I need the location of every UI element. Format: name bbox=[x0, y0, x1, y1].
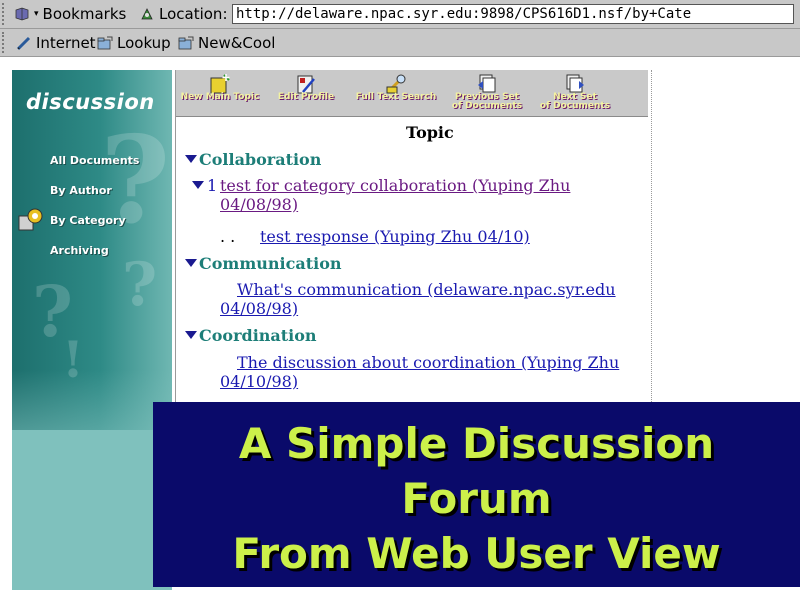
new-main-topic-label: New Main Topic bbox=[180, 92, 260, 102]
folder-icon bbox=[178, 36, 194, 50]
document-date[interactable]: 04/08/98) bbox=[220, 195, 298, 214]
sidebar-fade bbox=[12, 370, 172, 490]
toolbar-grip[interactable] bbox=[2, 3, 10, 25]
document-title[interactable]: test for category collaboration (Yuping … bbox=[220, 176, 570, 195]
location-label: Location: bbox=[159, 5, 228, 23]
document-link-coordination[interactable]: The discussion about coordination (Yupin… bbox=[220, 353, 619, 391]
nav-all-documents[interactable]: All Documents bbox=[50, 154, 139, 167]
next-set-button[interactable]: Next Set of Documents bbox=[532, 70, 618, 116]
slide-title-line: Forum bbox=[401, 474, 552, 523]
document-link-response[interactable]: test response (Yuping Zhu 04/10) bbox=[260, 227, 530, 246]
slide-title-line: From Web User View bbox=[232, 529, 721, 578]
bookmarks-button[interactable]: ▾ Bookmarks bbox=[14, 4, 126, 24]
collapse-triangle-icon[interactable] bbox=[185, 258, 197, 267]
internet-link-icon bbox=[16, 36, 31, 51]
slide-title-overlay: A Simple Discussion Forum From Web User … bbox=[153, 402, 800, 587]
document-title[interactable]: What's communication (delaware.npac.syr.… bbox=[237, 280, 616, 299]
newcool-label: New&Cool bbox=[198, 34, 276, 52]
edit-profile-label: Edit Profile bbox=[277, 92, 335, 102]
full-text-search-label: Full Text Search bbox=[355, 92, 437, 102]
question-mark-decoration: ? bbox=[100, 110, 171, 251]
browser-location-toolbar: ▾ Bookmarks Location: http://delaware.np… bbox=[0, 0, 800, 29]
document-date[interactable]: 04/10/98) bbox=[220, 372, 298, 391]
question-mark-decoration: ? bbox=[122, 250, 158, 320]
category-label: Communication bbox=[199, 254, 342, 273]
bookmarks-icon bbox=[15, 7, 29, 21]
location-url-input[interactable]: http://delaware.npac.syr.edu:9898/CPS616… bbox=[232, 4, 794, 24]
column-header-topic[interactable]: Topic bbox=[406, 123, 454, 142]
new-main-topic-button[interactable]: New Main Topic bbox=[178, 70, 262, 116]
document-date[interactable]: 04/08/98) bbox=[220, 299, 298, 318]
nav-archiving[interactable]: Archiving bbox=[50, 244, 109, 257]
current-view-key-icon bbox=[18, 208, 43, 231]
personal-toolbar-internet[interactable]: Internet bbox=[16, 33, 96, 53]
action-bar: New Main Topic Edit Profile Full Text Se… bbox=[176, 70, 648, 117]
left-navigation-frame: ? ? ? ! discussion All Documents By Auth… bbox=[12, 70, 172, 590]
category-coordination[interactable]: Coordination bbox=[185, 326, 317, 345]
document-row: 1 bbox=[192, 176, 217, 195]
full-text-search-button[interactable]: Full Text Search bbox=[350, 70, 442, 116]
category-label: Coordination bbox=[199, 326, 317, 345]
personal-toolbar-lookup[interactable]: Lookup bbox=[97, 33, 171, 53]
slide-title: A Simple Discussion Forum From Web User … bbox=[153, 416, 800, 581]
dropdown-arrow-icon: ▾ bbox=[34, 9, 39, 19]
personal-toolbar-newcool[interactable]: New&Cool bbox=[178, 33, 275, 53]
category-communication[interactable]: Communication bbox=[185, 254, 342, 273]
exclamation-decoration: ! bbox=[62, 330, 84, 389]
internet-label: Internet bbox=[36, 34, 96, 52]
document-link-collaboration[interactable]: test for category collaboration (Yuping … bbox=[220, 176, 570, 214]
location-label-group: Location: bbox=[139, 4, 228, 24]
nav-by-author[interactable]: By Author bbox=[50, 184, 112, 197]
previous-set-label: Previous Set of Documents bbox=[451, 92, 523, 111]
previous-set-button[interactable]: Previous Set of Documents bbox=[444, 70, 530, 116]
collapse-triangle-icon[interactable] bbox=[192, 180, 204, 189]
document-link-communication[interactable]: What's communication (delaware.npac.syr.… bbox=[220, 280, 616, 318]
document-title[interactable]: The discussion about coordination (Yupin… bbox=[237, 353, 619, 372]
category-label: Collaboration bbox=[199, 150, 322, 169]
folder-icon bbox=[97, 36, 113, 50]
collapse-triangle-icon[interactable] bbox=[185, 154, 197, 163]
next-set-label: Next Set of Documents bbox=[539, 92, 611, 111]
edit-profile-button[interactable]: Edit Profile bbox=[266, 70, 346, 116]
personal-toolbar: Internet Lookup New&Cool bbox=[0, 29, 800, 57]
bookmarks-label: Bookmarks bbox=[42, 5, 127, 23]
response-count: 1 bbox=[207, 176, 218, 195]
category-collaboration[interactable]: Collaboration bbox=[185, 150, 321, 169]
location-icon bbox=[141, 8, 153, 20]
response-indent: . . bbox=[220, 227, 236, 246]
lookup-label: Lookup bbox=[117, 34, 171, 52]
toolbar-grip[interactable] bbox=[2, 32, 10, 53]
slide-title-line: A Simple Discussion bbox=[238, 419, 715, 468]
discussion-logo: discussion bbox=[26, 90, 155, 114]
nav-by-category[interactable]: By Category bbox=[50, 214, 126, 227]
collapse-triangle-icon[interactable] bbox=[185, 330, 197, 339]
document-title[interactable]: test response (Yuping Zhu 04/10) bbox=[260, 227, 530, 246]
